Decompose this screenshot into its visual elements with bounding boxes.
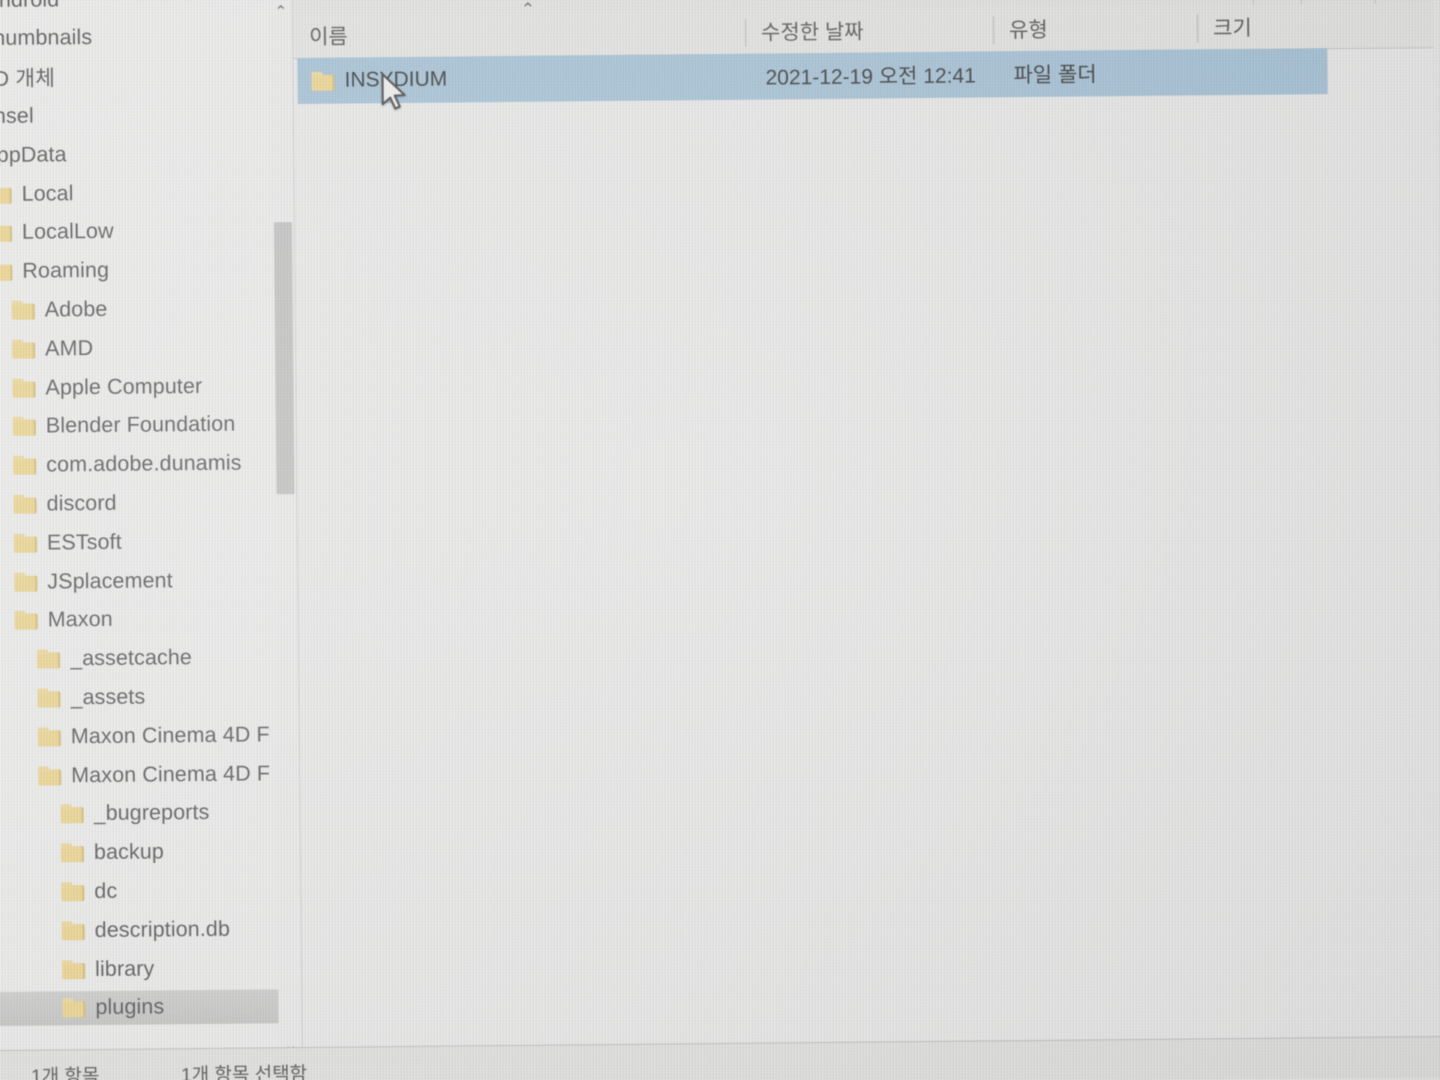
folder-icon [60, 804, 84, 824]
tree-item-label: 3D 개체 [0, 66, 56, 92]
scroll-up-arrow-icon[interactable]: ⌃ [269, 0, 293, 24]
cell-type[interactable]: 파일 폴더 [1013, 58, 1096, 89]
tree-item-label: LocalLow [21, 219, 114, 244]
status-item-count: 1개 항목 [31, 1065, 100, 1080]
tree-item-label: Blender Foundation [45, 411, 236, 438]
column-separator[interactable] [744, 18, 747, 47]
cell-name[interactable]: INSYDIUM [311, 68, 447, 93]
folder-icon [13, 533, 38, 553]
tree-item-dc[interactable]: dc [0, 872, 291, 910]
tree-item-android[interactable]: .android [0, 0, 281, 17]
folder-icon [60, 843, 85, 863]
tree-item-thumbnails[interactable]: .thumbnails [0, 19, 281, 56]
column-header-size[interactable]: 크기 [1213, 5, 1252, 49]
tree-item-label: AppData [0, 141, 67, 167]
tree-item-estsoft[interactable]: ESTsoft [0, 523, 291, 560]
tree-item-label: Maxon Cinema 4D F [71, 760, 271, 787]
tree-item-maxon-cinema-4d-f[interactable]: Maxon Cinema 4D F [0, 756, 291, 793]
tree-item-label: JSplacement [47, 567, 173, 593]
tree-item-label: .thumbnails [0, 25, 93, 51]
tree-item-backup[interactable]: backup [0, 833, 291, 871]
tree-item-discord[interactable]: discord [0, 484, 291, 521]
tree-item-label: AMD [44, 335, 94, 361]
tree-item-label: discord [46, 490, 117, 516]
folder-icon [311, 71, 335, 91]
skewed-ui-plane: .android .thumbnails 3D 개체 ansel AppData Loca… [0, 0, 1440, 1080]
tree-item-assets[interactable]: _assets [0, 678, 291, 715]
tree-item-assetcache[interactable]: _assetcache [0, 639, 291, 676]
folder-icon [13, 455, 37, 475]
tree-item-label: Local [21, 180, 74, 206]
tree-item-label: description.db [94, 916, 231, 942]
folder-icon [38, 765, 62, 786]
tree-item-appdata[interactable]: AppData [0, 135, 282, 172]
folder-icon [61, 882, 85, 902]
tree-item-locallow[interactable]: LocalLow [0, 213, 289, 250]
folder-icon [37, 649, 61, 669]
tree-item-label: Roaming [22, 257, 110, 283]
folder-icon [62, 998, 86, 1018]
tree-item-adobe[interactable]: Adobe [0, 290, 291, 327]
tree-item-local[interactable]: Local [0, 174, 289, 211]
folder-icon [14, 610, 38, 631]
folder-icon [13, 494, 37, 514]
column-header-type[interactable]: 유형 [1009, 7, 1048, 51]
tree-item-label: _bugreports [93, 800, 210, 826]
cell-modified[interactable]: 2021-12-19 오전 12:41 [765, 60, 976, 92]
tree-item-roaming[interactable]: Roaming [0, 252, 290, 289]
tree-item-bugreports[interactable]: _bugreports [0, 794, 291, 832]
tree-item-label: library [94, 955, 155, 981]
folder-icon [61, 920, 85, 941]
tree-item-ansel[interactable]: ansel [0, 97, 282, 134]
tree-item-maxon-cinema-4d-f[interactable]: Maxon Cinema 4D F [0, 717, 291, 754]
mouse-cursor-icon [381, 73, 406, 110]
status-selection-count: 1개 항목 선택함 [180, 1063, 308, 1080]
tree-item-plugins[interactable]: plugins [0, 988, 292, 1026]
tree-item-apple-computer[interactable]: Apple Computer [0, 368, 291, 405]
folder-icon [14, 572, 38, 592]
tree-item-com-adobe-dunamis[interactable]: com.adobe.dunamis [0, 446, 291, 483]
tree-item-label: Maxon Cinema 4D F [70, 722, 270, 748]
sort-ascending-icon: ⌃ [520, 0, 536, 19]
tree-item-maxon[interactable]: Maxon [0, 601, 291, 638]
folder-icon [37, 688, 61, 708]
folder-icon [12, 416, 36, 437]
folder-icon [61, 959, 86, 979]
tree-item-blender-foundation[interactable]: Blender Foundation [0, 407, 291, 444]
folder-icon [0, 223, 13, 243]
folder-icon [0, 261, 13, 282]
tree-item-label: _assetcache [69, 645, 193, 671]
tree-item-3d[interactable]: 3D 개체 [0, 58, 282, 95]
tree-item-label: com.adobe.dunamis [46, 450, 242, 477]
tree-item-label: plugins [95, 994, 165, 1020]
column-separator[interactable] [1196, 14, 1199, 43]
tree-item-label: dc [94, 878, 118, 903]
tree-item-label: Maxon [47, 607, 113, 632]
screen: .android .thumbnails 3D 개체 ansel AppData Loca… [0, 0, 1440, 1080]
tree-item-library[interactable]: library [0, 949, 291, 987]
tree-item-jsplacement[interactable]: JSplacement [0, 562, 291, 599]
tree-item-label: backup [93, 839, 164, 865]
tree-item-description-db[interactable]: description.db [0, 911, 291, 949]
tree-item-amd[interactable]: AMD [0, 329, 291, 366]
folder-icon [37, 727, 61, 747]
navigation-pane[interactable]: .android .thumbnails 3D 개체 ansel AppData Loca… [0, 0, 292, 1080]
file-list-pane[interactable]: ⌄⟳⚲ 이름⌃수정한 날짜유형크기 INSYDIUM2021-12-19 오전 … [292, 0, 1440, 1080]
tree-item-label: .android [0, 0, 59, 13]
scrollbar-thumb[interactable] [273, 222, 295, 495]
tree-item-label: _assets [70, 684, 146, 710]
tree-item-label: Adobe [44, 296, 108, 322]
folder-icon [12, 339, 36, 359]
folder-icon [11, 300, 35, 320]
tree-item-label: ESTsoft [46, 529, 122, 555]
folder-icon [0, 184, 12, 204]
table-row[interactable]: INSYDIUM 2021-12-19 오전 12:41 파일 폴더 [297, 48, 1328, 105]
tree-item-label: Apple Computer [45, 373, 203, 399]
column-separator[interactable] [992, 16, 995, 45]
folder-icon [12, 378, 36, 398]
tree-item-label: ansel [0, 103, 34, 128]
column-header-modified[interactable]: 수정한 날짜 [761, 9, 864, 54]
column-header-name[interactable]: 이름 [309, 14, 348, 58]
